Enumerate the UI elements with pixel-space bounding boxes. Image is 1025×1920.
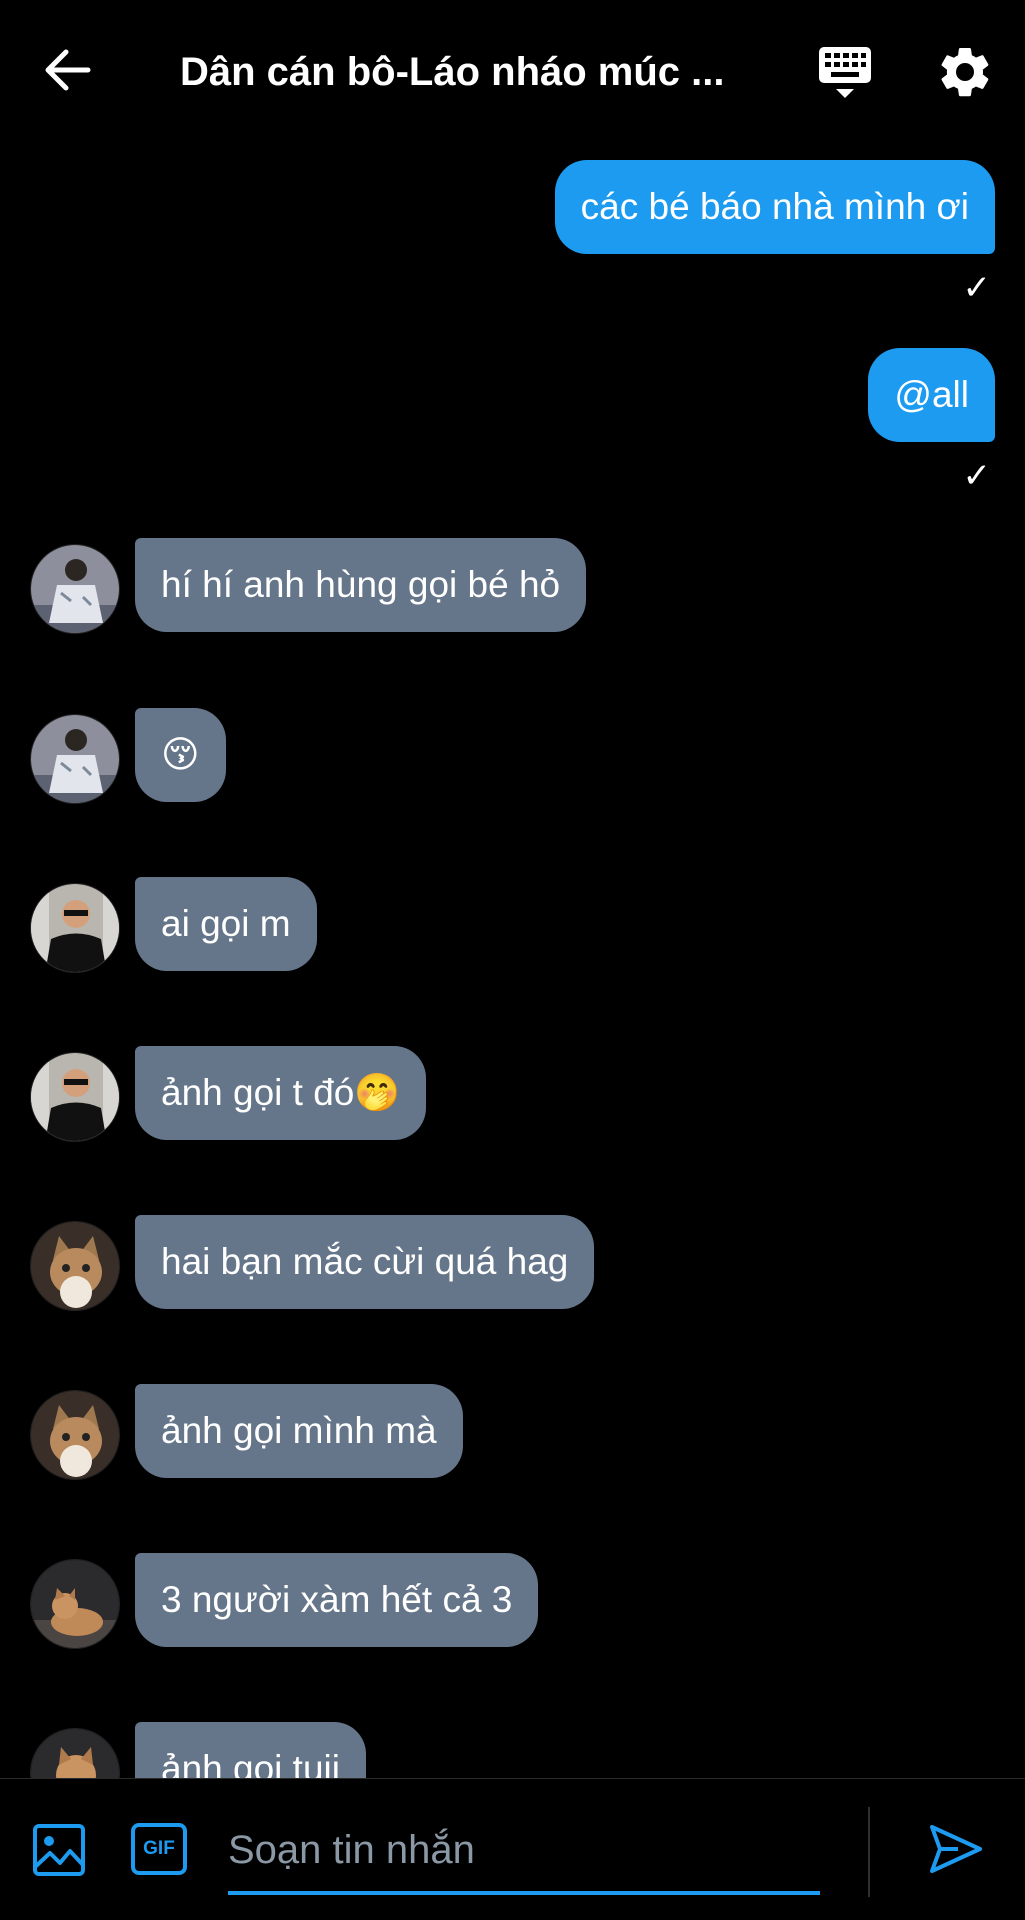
settings-button[interactable]: [935, 42, 995, 102]
message-input[interactable]: [228, 1809, 820, 1895]
cat-photo-icon: [31, 1560, 119, 1648]
outgoing-message[interactable]: @all: [868, 348, 995, 442]
conversation-title[interactable]: Dân cán bô-Láo nháo múc ...: [180, 42, 740, 102]
avatar[interactable]: [30, 883, 120, 973]
cat-photo-icon: [31, 1729, 119, 1778]
gif-button[interactable]: GIF: [131, 1823, 187, 1875]
arrow-left-icon: [45, 49, 91, 91]
attach-image-button[interactable]: [32, 1823, 86, 1877]
chat-screen: Dân cán bô-Láo nháo múc ... các bé báo n…: [0, 0, 1025, 1920]
keyboard-button[interactable]: [815, 44, 875, 102]
send-button[interactable]: [928, 1821, 984, 1877]
avatar[interactable]: [30, 1221, 120, 1311]
send-icon: [930, 1825, 982, 1873]
avatar[interactable]: [30, 544, 120, 634]
message-composer: GIF: [0, 1778, 1025, 1920]
image-icon: [33, 1824, 85, 1876]
avatar[interactable]: [30, 1390, 120, 1480]
user-photo-icon: [31, 715, 119, 803]
sent-check-icon: ✓: [962, 269, 992, 307]
incoming-message[interactable]: ảnh gọi mình mà: [135, 1384, 463, 1478]
incoming-message[interactable]: ai gọi m: [135, 877, 317, 971]
avatar[interactable]: [30, 1728, 120, 1778]
user-photo-icon: [31, 545, 119, 633]
incoming-message[interactable]: 😚: [135, 708, 226, 802]
avatar[interactable]: [30, 1559, 120, 1649]
incoming-message[interactable]: 3 người xàm hết cả 3: [135, 1553, 539, 1647]
chat-header: Dân cán bô-Láo nháo múc ...: [0, 0, 1025, 140]
user-photo-icon: [31, 1053, 119, 1141]
keyboard-icon: [819, 47, 871, 98]
incoming-message[interactable]: hai bạn mắc cừi quá hag: [135, 1215, 595, 1309]
avatar[interactable]: [30, 1052, 120, 1142]
avatar[interactable]: [30, 714, 120, 804]
outgoing-message[interactable]: các bé báo nhà mình ơi: [554, 160, 995, 254]
cat-photo-icon: [31, 1391, 119, 1479]
incoming-message[interactable]: hí hí anh hùng gọi bé hỏ: [135, 538, 587, 632]
message-list[interactable]: các bé báo nhà mình ơi ✓ @all ✓ hí hí an…: [0, 140, 1025, 1778]
sent-check-icon: ✓: [962, 457, 992, 495]
cat-photo-icon: [31, 1222, 119, 1310]
incoming-message[interactable]: ảnh gọi tuii: [135, 1722, 366, 1778]
back-button[interactable]: [40, 42, 96, 98]
gear-icon: [941, 47, 989, 97]
composer-divider: [868, 1807, 870, 1897]
incoming-message[interactable]: ảnh gọi t đó🤭: [135, 1046, 427, 1140]
user-photo-icon: [31, 884, 119, 972]
